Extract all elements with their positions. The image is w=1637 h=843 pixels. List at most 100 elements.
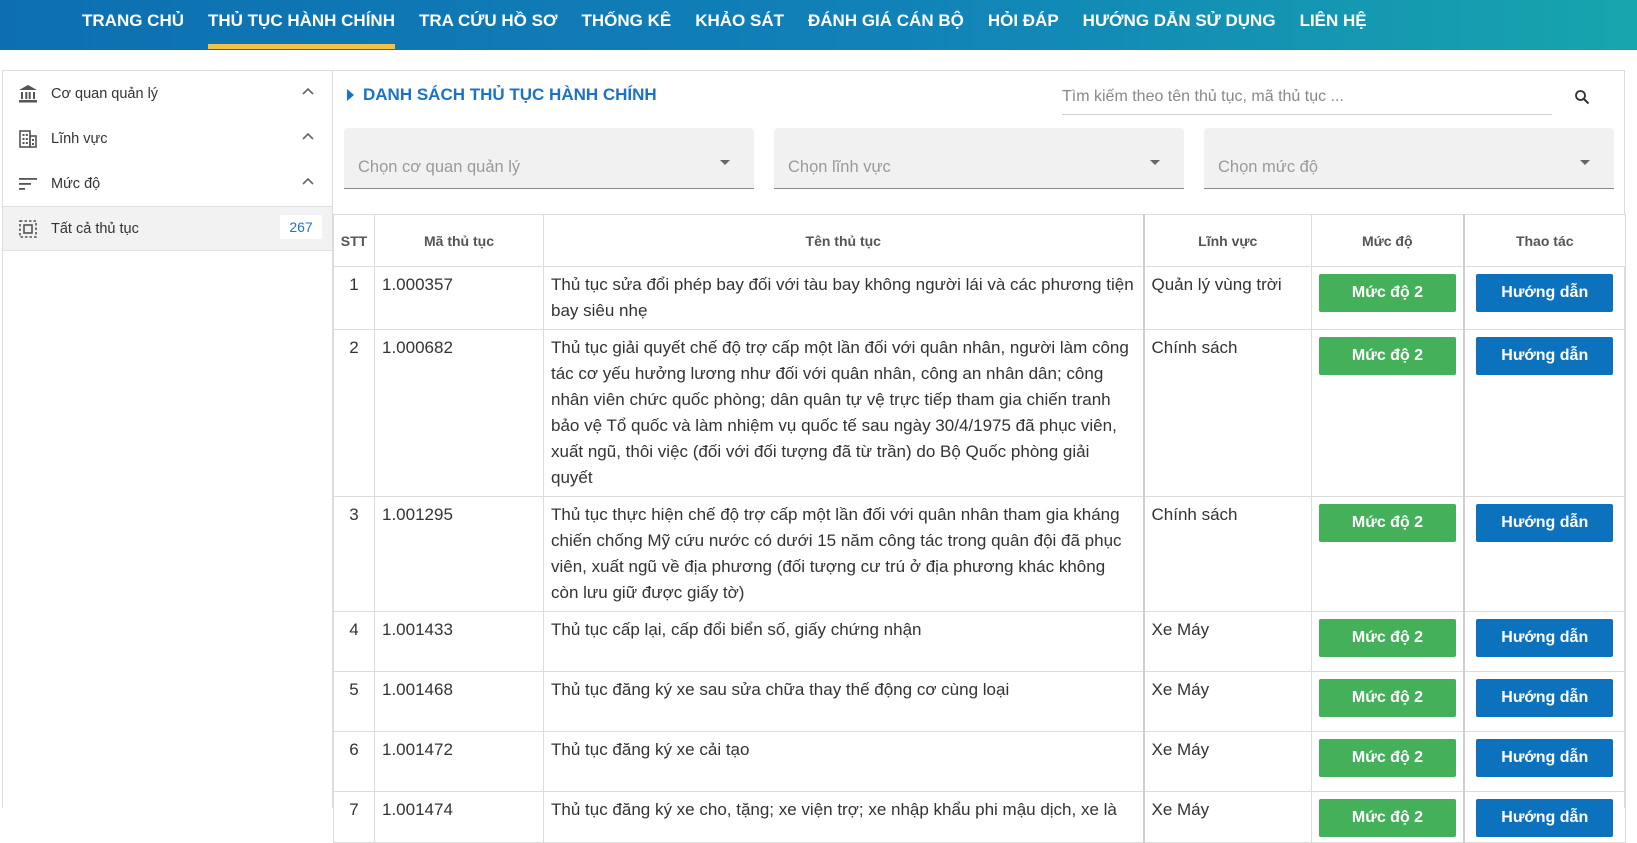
table-row: 5 1.001468 Thủ tục đăng ký xe sau sửa ch… [333, 671, 1626, 732]
guide-button[interactable]: Hướng dẫn [1476, 799, 1614, 837]
sort-lines-icon [17, 173, 39, 195]
cell-name: Thủ tục thực hiện chế độ trợ cấp một lần… [543, 496, 1144, 612]
filter-linh-vuc-select[interactable]: Chọn lĩnh vực [774, 128, 1184, 189]
cell-code: 1.001468 [374, 671, 544, 732]
table-row: 6 1.001472 Thủ tục đăng ký xe cải tạo Xe… [333, 731, 1626, 792]
cell-field: Chính sách [1142, 496, 1312, 612]
nav-item-huong-dan-su-dung[interactable]: HƯỚNG DẪN SỬ DỤNG [1071, 0, 1288, 50]
nav-item-hoi-dap[interactable]: HỎI ĐÁP [976, 0, 1071, 50]
cell-stt: 4 [333, 611, 375, 672]
cell-level: Mức độ 2 [1311, 671, 1464, 732]
level-button[interactable]: Mức độ 2 [1319, 799, 1456, 837]
header-level: Mức độ [1311, 214, 1464, 267]
sidebar-item-label: Lĩnh vực [51, 130, 108, 147]
cell-level: Mức độ 2 [1311, 329, 1464, 497]
cell-name: Thủ tục đăng ký xe cải tạo [543, 731, 1144, 792]
cell-code: 1.001474 [374, 791, 544, 843]
filter-muc-do-select[interactable]: Chọn mức độ [1204, 128, 1614, 189]
level-button[interactable]: Mức độ 2 [1319, 679, 1456, 717]
header-name: Tên thủ tục [543, 214, 1144, 267]
cell-code: 1.001433 [374, 611, 544, 672]
cell-stt: 6 [333, 731, 375, 792]
cell-name: Thủ tục giải quyết chế độ trợ cấp một lầ… [543, 329, 1144, 497]
nav-menu: TRANG CHỦ THỦ TỤC HÀNH CHÍNH TRA CỨU HỒ … [70, 0, 1379, 50]
search-box [1062, 79, 1594, 115]
guide-button[interactable]: Hướng dẫn [1476, 274, 1614, 312]
sidebar-item-co-quan-quan-ly[interactable]: Cơ quan quản lý [3, 71, 332, 116]
guide-button[interactable]: Hướng dẫn [1476, 504, 1614, 542]
cell-name: Thủ tục sửa đổi phép bay đối với tàu bay… [543, 266, 1144, 330]
guide-button[interactable]: Hướng dẫn [1476, 619, 1614, 657]
cell-field: Xe Máy [1142, 671, 1312, 732]
cell-stt: 7 [333, 791, 375, 843]
cell-name: Thủ tục đăng ký xe cho, tặng; xe viện tr… [543, 791, 1144, 843]
search-icon[interactable] [1570, 85, 1594, 109]
chevron-up-icon[interactable] [300, 84, 316, 100]
cell-field: Chính sách [1142, 329, 1312, 497]
cell-name: Thủ tục đăng ký xe sau sửa chữa thay thế… [543, 671, 1144, 732]
sidebar-item-tat-ca-thu-tuc[interactable]: Tất cả thủ tục 267 [3, 206, 332, 251]
sidebar: Cơ quan quản lý Lĩnh vực Mức độ Tất cả t… [2, 70, 333, 808]
cell-action: Hướng dẫn [1462, 611, 1626, 672]
nav-item-tra-cuu-ho-so[interactable]: TRA CỨU HỒ SƠ [407, 0, 569, 50]
level-button[interactable]: Mức độ 2 [1319, 619, 1456, 657]
cell-code: 1.000682 [374, 329, 544, 497]
level-button[interactable]: Mức độ 2 [1319, 274, 1456, 312]
level-button[interactable]: Mức độ 2 [1319, 739, 1456, 777]
nav-item-lien-he[interactable]: LIÊN HỆ [1288, 0, 1379, 50]
building-icon [17, 128, 39, 150]
nav-item-thong-ke[interactable]: THỐNG KÊ [569, 0, 683, 50]
cell-stt: 3 [333, 496, 375, 612]
filter-bar: Chọn cơ quan quản lý Chọn lĩnh vực Chọn … [344, 128, 1614, 189]
cell-level: Mức độ 2 [1311, 791, 1464, 843]
table-row: 4 1.001433 Thủ tục cấp lại, cấp đổi biển… [333, 611, 1626, 672]
cell-action: Hướng dẫn [1462, 731, 1626, 792]
cell-action: Hướng dẫn [1462, 329, 1626, 497]
guide-button[interactable]: Hướng dẫn [1476, 679, 1614, 717]
cell-action: Hướng dẫn [1462, 496, 1626, 612]
level-button[interactable]: Mức độ 2 [1319, 337, 1456, 375]
chevron-up-icon[interactable] [300, 129, 316, 145]
filter-placeholder: Chọn lĩnh vực [788, 158, 891, 176]
nav-item-khao-sat[interactable]: KHẢO SÁT [683, 0, 796, 50]
nav-item-danh-gia-can-bo[interactable]: ĐÁNH GIÁ CÁN BỘ [796, 0, 976, 50]
cell-field: Xe Máy [1142, 731, 1312, 792]
level-button[interactable]: Mức độ 2 [1319, 504, 1456, 542]
sidebar-item-label: Mức độ [51, 175, 101, 192]
guide-button[interactable]: Hướng dẫn [1476, 337, 1614, 375]
procedure-table: STT Mã thủ tục Tên thủ tục Lĩnh vực Mức … [333, 214, 1626, 843]
header-code: Mã thủ tục [374, 214, 544, 267]
select-all-icon [17, 218, 39, 240]
table-header-row: STT Mã thủ tục Tên thủ tục Lĩnh vực Mức … [333, 214, 1626, 267]
table-row: 1 1.000357 Thủ tục sửa đổi phép bay đối … [333, 266, 1626, 330]
sidebar-item-linh-vuc[interactable]: Lĩnh vực [3, 116, 332, 161]
chevron-up-icon[interactable] [300, 174, 316, 190]
cell-stt: 1 [333, 266, 375, 330]
top-navigation: TRANG CHỦ THỦ TỤC HÀNH CHÍNH TRA CỨU HỒ … [0, 0, 1637, 50]
nav-item-trang-chu[interactable]: TRANG CHỦ [70, 0, 196, 50]
header-action: Thao tác [1462, 214, 1626, 267]
cell-code: 1.001295 [374, 496, 544, 612]
cell-code: 1.000357 [374, 266, 544, 330]
filter-placeholder: Chọn mức độ [1218, 158, 1319, 176]
cell-code: 1.001472 [374, 731, 544, 792]
nav-item-thu-tuc-hanh-chinh[interactable]: THỦ TỤC HÀNH CHÍNH [196, 0, 407, 50]
page-title: DANH SÁCH THỦ TỤC HÀNH CHÍNH [347, 85, 657, 105]
count-badge: 267 [280, 215, 322, 239]
procedure-table-wrap: STT Mã thủ tục Tên thủ tục Lĩnh vực Mức … [333, 214, 1626, 843]
table-row: 3 1.001295 Thủ tục thực hiện chế độ trợ … [333, 496, 1626, 612]
dropdown-arrow-icon [1150, 160, 1160, 165]
cell-level: Mức độ 2 [1311, 611, 1464, 672]
sidebar-item-label: Tất cả thủ tục [51, 220, 139, 237]
dropdown-arrow-icon [720, 160, 730, 165]
cell-action: Hướng dẫn [1462, 791, 1626, 843]
cell-field: Quản lý vùng trời [1142, 266, 1312, 330]
sidebar-item-label: Cơ quan quản lý [51, 85, 159, 102]
guide-button[interactable]: Hướng dẫn [1476, 739, 1614, 777]
filter-co-quan-quan-ly-select[interactable]: Chọn cơ quan quản lý [344, 128, 754, 189]
cell-field: Xe Máy [1142, 791, 1312, 843]
search-input[interactable] [1062, 79, 1552, 115]
caret-right-icon [347, 89, 354, 101]
cell-level: Mức độ 2 [1311, 496, 1464, 612]
sidebar-item-muc-do[interactable]: Mức độ [3, 161, 332, 206]
